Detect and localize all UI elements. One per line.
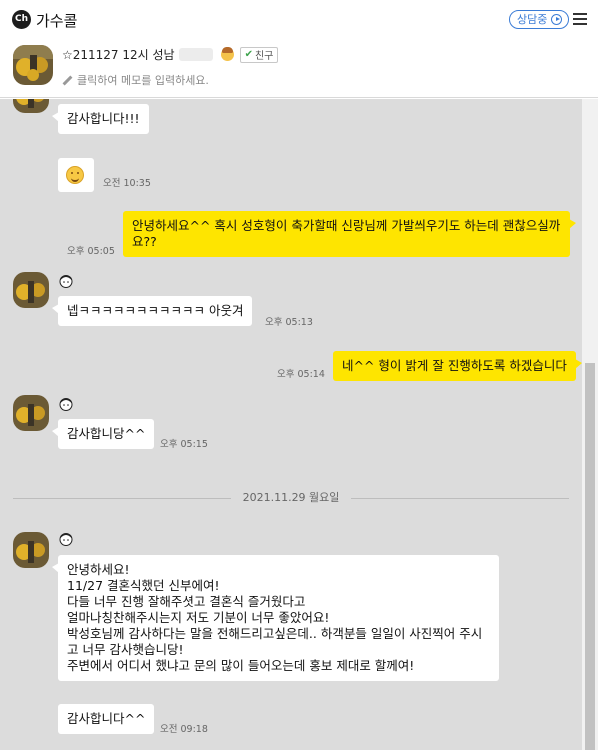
date-divider: 2021.11.29 월요일: [13, 490, 569, 506]
profile-avatar[interactable]: [13, 45, 53, 85]
message-bubble: 감사합니다!!!: [52, 104, 149, 134]
message-time: 오후 05:13: [265, 317, 313, 328]
sender-avatar[interactable]: [13, 99, 49, 113]
memo-placeholder: 클릭하여 메모를 입력하세요.: [77, 74, 209, 87]
friend-label: 친구: [254, 51, 274, 62]
message-time: 오후 05:14: [277, 369, 325, 380]
date-divider-label: 2021.11.29 월요일: [242, 491, 340, 504]
consultation-status-button[interactable]: 상담중: [509, 10, 570, 29]
redacted-name: [178, 48, 213, 61]
chat-area[interactable]: 감사합니다!!! 오전 10:35 안녕하세요^^ 혹시 성호형이 축가할때 신…: [0, 99, 582, 750]
sender-avatar[interactable]: [13, 532, 49, 568]
woman-emoji-icon: [59, 275, 73, 288]
message-time: 오후 05:15: [160, 439, 208, 450]
play-icon: [551, 14, 563, 25]
scrollbar-thumb[interactable]: [585, 363, 595, 750]
woman-emoji-icon: [59, 533, 73, 546]
profile-name: ☆211127 12시 성남: [62, 48, 175, 62]
profile-name-row: ☆211127 12시 성남 ✔ 친구: [62, 46, 279, 63]
status-label: 상담중: [517, 13, 548, 26]
message-bubble: 감사합니다^^: [58, 704, 155, 734]
message-bubble: 넵ㅋㅋㅋㅋㅋㅋㅋㅋㅋㅋㅋ 아웃겨: [51, 296, 253, 326]
message-bubble: 감사합니당^^: [51, 419, 155, 449]
check-icon: ✔: [244, 49, 253, 60]
message-time: 오전 10:35: [103, 178, 151, 189]
message-time: 오후 05:05: [67, 246, 115, 257]
memo-field[interactable]: 클릭하여 메모를 입력하세요.: [62, 72, 209, 88]
my-message-bubble: 안녕하세요^^ 혹시 성호형이 축가할때 신랑님께 가발씌우기도 하는데 괜찮으…: [123, 211, 576, 257]
sender-avatar[interactable]: [13, 395, 49, 431]
message-bubble: 안녕하세요! 11/27 결혼식했던 신부에여! 다들 너무 진행 잘해주셧고 …: [52, 555, 499, 681]
channel-logo-icon: Ch: [12, 10, 31, 29]
profile-header: ☆211127 12시 성남 ✔ 친구 클릭하여 메모를 입력하세요.: [0, 40, 598, 98]
hamburger-menu-icon[interactable]: [573, 13, 587, 25]
top-bar: Ch 가수콜 상담중: [0, 0, 598, 40]
friend-badge: ✔ 친구: [239, 46, 279, 63]
smile-emoji-icon: [66, 166, 84, 184]
sender-avatar[interactable]: [13, 272, 49, 308]
woman-emoji-icon: [59, 398, 73, 411]
message-time: 오전 09:18: [160, 724, 208, 735]
pencil-icon: [62, 75, 73, 86]
sticker-bubble: [58, 158, 94, 192]
app-title: 가수콜: [36, 12, 78, 30]
person-emoji-icon: [220, 47, 234, 61]
my-message-bubble: 네^^ 형이 밝게 잘 진행하도록 하겠습니다: [333, 351, 582, 381]
